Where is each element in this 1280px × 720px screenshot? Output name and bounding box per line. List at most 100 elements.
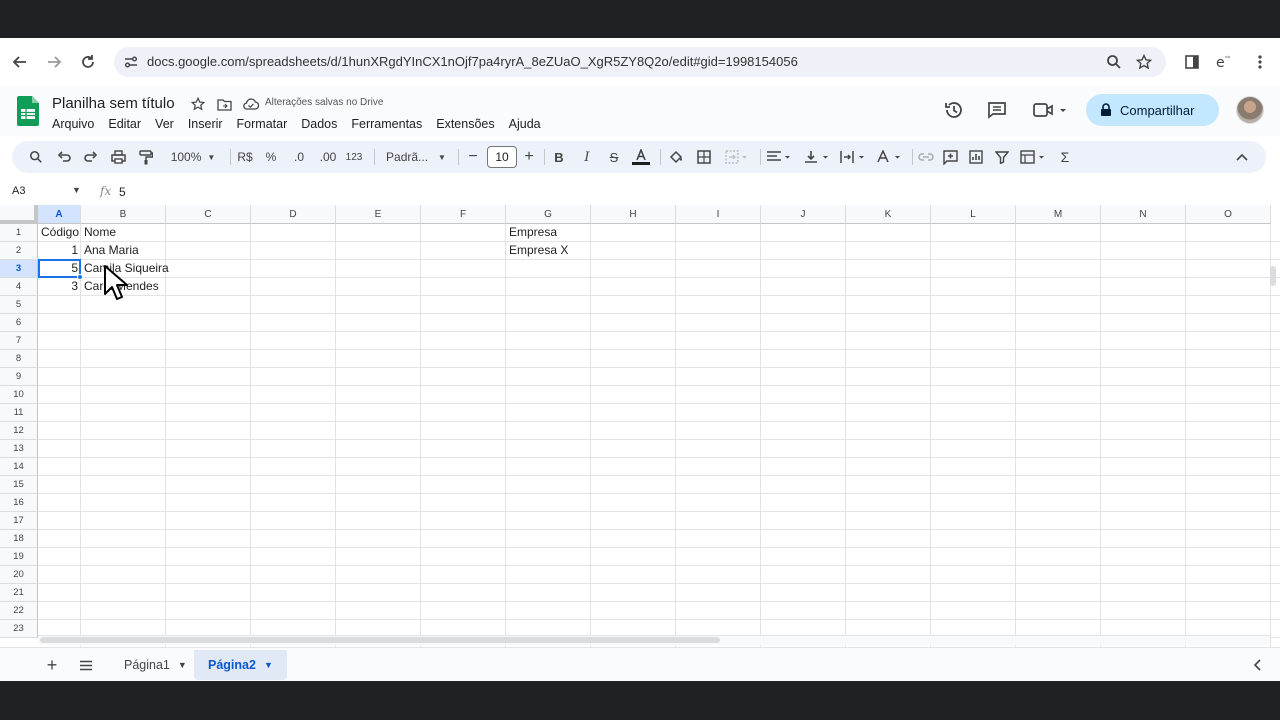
row-header-5[interactable]: 5 [0, 296, 38, 314]
forward-icon[interactable] [42, 50, 66, 74]
strikethrough-icon[interactable]: S [604, 147, 624, 167]
chevron-down-icon[interactable]: ▼ [72, 185, 81, 195]
menu-editar[interactable]: Editar [108, 117, 141, 131]
search-menus-icon[interactable] [26, 147, 46, 167]
name-box[interactable]: A3 [12, 185, 25, 197]
filter-views-icon[interactable] [1018, 147, 1050, 167]
print-icon[interactable] [108, 147, 128, 167]
comments-icon[interactable] [986, 99, 1008, 121]
bookmark-star-icon[interactable] [1134, 52, 1154, 72]
menu-inserir[interactable]: Inserir [188, 117, 223, 131]
font-size-input[interactable]: 10 [487, 146, 517, 168]
menu-extensoes[interactable]: Extensões [436, 117, 494, 131]
percent-format-button[interactable]: % [262, 147, 280, 167]
version-history-icon[interactable] [943, 99, 965, 121]
column-header-f[interactable]: F [421, 205, 506, 224]
row-header-22[interactable]: 22 [0, 602, 38, 620]
column-header-j[interactable]: J [761, 205, 846, 224]
text-color-icon[interactable] [630, 147, 652, 167]
more-formats-button[interactable]: 123 [343, 147, 365, 167]
formula-input[interactable]: 5 [119, 185, 126, 199]
row-header-7[interactable]: 7 [0, 332, 38, 350]
merge-cells-icon[interactable] [722, 147, 752, 167]
insert-comment-icon[interactable] [940, 147, 960, 167]
font-select[interactable]: Padrã... ▼ [380, 147, 452, 167]
row-header-10[interactable]: 10 [0, 386, 38, 404]
cell-g2[interactable]: Empresa X [506, 242, 571, 259]
horizontal-scrollbar-thumb[interactable] [40, 637, 720, 643]
reload-icon[interactable] [76, 50, 100, 74]
menu-ver[interactable]: Ver [155, 117, 174, 131]
currency-format-button[interactable]: R$ [234, 147, 256, 167]
column-header-g[interactable]: G [506, 205, 591, 224]
increase-decimal-button[interactable]: .00 [315, 147, 341, 167]
avatar[interactable] [1236, 96, 1264, 124]
row-header-8[interactable]: 8 [0, 350, 38, 368]
cell-g1[interactable]: Empresa [506, 224, 560, 241]
undo-icon[interactable] [54, 147, 74, 167]
row-header-6[interactable]: 6 [0, 314, 38, 332]
row-header-12[interactable]: 12 [0, 422, 38, 440]
column-header-c[interactable]: C [166, 205, 251, 224]
menu-dados[interactable]: Dados [301, 117, 337, 131]
column-header-d[interactable]: D [251, 205, 336, 224]
share-button[interactable]: Compartilhar [1086, 94, 1219, 126]
increase-font-size-button[interactable]: + [522, 147, 536, 167]
row-header-1[interactable]: 1 [0, 224, 38, 242]
meet-icon[interactable] [1032, 99, 1068, 121]
column-header-h[interactable]: H [591, 205, 676, 224]
active-cell-selection[interactable] [38, 259, 81, 278]
extension-icon[interactable]: e ᵛᵇ [1212, 50, 1236, 74]
vertical-align-icon[interactable] [802, 147, 834, 167]
row-header-19[interactable]: 19 [0, 548, 38, 566]
menu-arquivo[interactable]: Arquivo [52, 117, 94, 131]
cloud-saved-icon[interactable] [243, 96, 259, 112]
column-header-a[interactable]: A [38, 205, 81, 224]
redo-icon[interactable] [81, 147, 101, 167]
sheet-tab-pagina1[interactable]: Página1 ▼ [110, 650, 201, 680]
document-title[interactable]: Planilha sem título [52, 95, 175, 112]
select-all-corner[interactable] [0, 205, 38, 224]
star-icon[interactable] [190, 96, 206, 112]
horizontal-align-icon[interactable] [764, 147, 796, 167]
column-header-b[interactable]: B [81, 205, 166, 224]
cell-b1[interactable]: Nome [81, 224, 119, 241]
decrease-decimal-button[interactable]: .0 [288, 147, 310, 167]
sheet-tab-pagina2[interactable]: Página2 ▼ [194, 650, 287, 680]
column-header-o[interactable]: O [1186, 205, 1271, 224]
cell-a1[interactable]: Código [38, 224, 82, 241]
cell-a2[interactable]: 1 [38, 242, 81, 259]
fill-handle[interactable] [77, 274, 83, 280]
text-rotation-icon[interactable] [874, 147, 906, 167]
italic-icon[interactable]: I [577, 147, 597, 167]
row-header-9[interactable]: 9 [0, 368, 38, 386]
bold-icon[interactable]: B [549, 147, 569, 167]
collapse-toolbar-icon[interactable] [1232, 147, 1252, 167]
row-header-13[interactable]: 13 [0, 440, 38, 458]
side-panel-icon[interactable] [1180, 50, 1204, 74]
row-header-21[interactable]: 21 [0, 584, 38, 602]
site-settings-icon[interactable] [122, 53, 140, 71]
row-header-4[interactable]: 4 [0, 278, 38, 296]
address-bar[interactable]: docs.google.com/spreadsheets/d/1hunXRgdY… [114, 47, 1166, 77]
row-header-23[interactable]: 23 [0, 620, 38, 638]
insert-link-icon[interactable] [916, 147, 936, 167]
fill-color-icon[interactable] [666, 147, 686, 167]
move-folder-icon[interactable] [216, 96, 232, 112]
menu-ajuda[interactable]: Ajuda [509, 117, 541, 131]
browser-menu-icon[interactable] [1248, 50, 1272, 74]
spreadsheet-grid[interactable]: A B C D E F G H I J K L M N O 1 2 3 4 5 6 7 8 9 10 11 12 13 14 15 16 17… [0, 205, 1280, 672]
column-header-l[interactable]: L [931, 205, 1016, 224]
row-header-16[interactable]: 16 [0, 494, 38, 512]
cell-a4[interactable]: 3 [38, 278, 81, 295]
row-header-14[interactable]: 14 [0, 458, 38, 476]
paint-format-icon[interactable] [136, 147, 156, 167]
explore-collapse-icon[interactable] [1246, 654, 1268, 676]
row-header-3[interactable]: 3 [0, 260, 38, 278]
column-header-m[interactable]: M [1016, 205, 1101, 224]
search-page-icon[interactable] [1104, 52, 1124, 72]
column-header-k[interactable]: K [846, 205, 931, 224]
row-header-18[interactable]: 18 [0, 530, 38, 548]
add-sheet-icon[interactable]: + [41, 654, 63, 676]
row-header-15[interactable]: 15 [0, 476, 38, 494]
